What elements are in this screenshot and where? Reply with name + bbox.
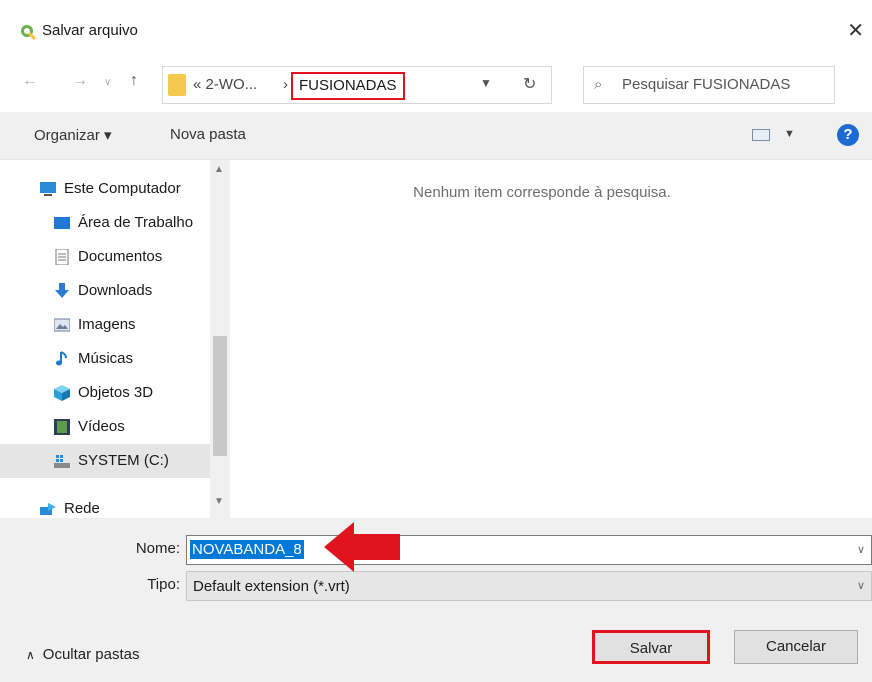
- 3d-objects-icon: [54, 385, 70, 401]
- file-type-select[interactable]: Default extension (*.vrt) ∨: [186, 571, 872, 601]
- filename-value[interactable]: NOVABANDA_8: [190, 540, 304, 559]
- nav-item-pictures[interactable]: Imagens: [0, 308, 210, 342]
- chevron-down-icon[interactable]: ∨: [857, 579, 865, 592]
- nav-item-label: Este Computador: [64, 180, 181, 197]
- nav-item-label: Documentos: [78, 248, 163, 265]
- hide-folders-button[interactable]: ∧ Ocultar pastas: [26, 646, 140, 663]
- hide-folders-label: Ocultar pastas: [42, 646, 140, 663]
- qgis-app-icon: [21, 25, 36, 40]
- desktop-icon: [54, 217, 70, 229]
- navigation-pane: Este Computador Área de Trabalho Documen…: [0, 160, 230, 518]
- file-list[interactable]: Nenhum item corresponde à pesquisa.: [232, 160, 872, 518]
- breadcrumb-separator-icon[interactable]: ›: [283, 76, 288, 93]
- view-icon[interactable]: [752, 129, 770, 141]
- back-arrow-icon[interactable]: ←: [22, 72, 38, 90]
- scroll-up-icon[interactable]: ▲: [214, 164, 224, 175]
- downloads-icon: [55, 283, 69, 298]
- close-icon[interactable]: ✕: [847, 18, 864, 43]
- drive-icon: [54, 455, 70, 468]
- name-label: Nome:: [135, 540, 180, 557]
- nav-item-label: SYSTEM (C:): [78, 452, 169, 469]
- file-type-value: Default extension (*.vrt): [193, 578, 350, 595]
- computer-icon: [40, 182, 56, 196]
- nav-item-label: Músicas: [78, 350, 134, 367]
- empty-message: Nenhum item corresponde à pesquisa.: [413, 184, 671, 201]
- search-input[interactable]: ⌕ Pesquisar FUSIONADAS: [583, 66, 835, 104]
- search-icon: ⌕: [594, 76, 603, 93]
- nav-item-documents[interactable]: Documentos: [0, 240, 210, 274]
- chevron-down-icon[interactable]: ∨: [857, 543, 865, 556]
- recent-chevron-icon[interactable]: ∨: [104, 77, 111, 88]
- organize-button[interactable]: Organizar ▾: [34, 126, 112, 144]
- nav-item-label: Downloads: [78, 282, 153, 299]
- save-button[interactable]: Salvar: [592, 630, 710, 664]
- red-arrow-annotation-icon: [324, 522, 400, 572]
- folder-icon: [168, 74, 186, 96]
- nav-item-desktop[interactable]: Área de Trabalho: [0, 206, 210, 240]
- search-placeholder: Pesquisar FUSIONADAS: [622, 76, 791, 93]
- nav-item-videos[interactable]: Vídeos: [0, 410, 210, 444]
- nav-item-label: Área de Trabalho: [78, 214, 194, 231]
- nav-item-label: Imagens: [78, 316, 136, 333]
- nav-item-system-drive[interactable]: SYSTEM (C:): [0, 444, 210, 478]
- network-icon: [40, 503, 56, 515]
- view-dropdown-icon[interactable]: ▼: [784, 128, 795, 140]
- breadcrumb-parent[interactable]: « 2-WO...: [193, 76, 257, 93]
- forward-arrow-icon[interactable]: →: [72, 72, 88, 90]
- command-bar: Organizar ▾ Nova pasta ▼ ?: [0, 112, 872, 160]
- nav-item-music[interactable]: Músicas: [0, 342, 210, 376]
- scroll-thumb[interactable]: [213, 336, 227, 456]
- filename-input[interactable]: NOVABANDA_8 ∨: [186, 535, 872, 565]
- nav-item-label: Vídeos: [78, 418, 125, 435]
- help-icon[interactable]: ?: [837, 124, 859, 146]
- address-bar[interactable]: « 2-WO... › FUSIONADAS ▼ ↻: [162, 66, 552, 104]
- title-bar: Salvar arquivo ✕: [0, 0, 872, 52]
- new-folder-button[interactable]: Nova pasta: [170, 126, 246, 143]
- nav-item-3d-objects[interactable]: Objetos 3D: [0, 376, 210, 410]
- nav-item-label: Objetos 3D: [78, 384, 154, 401]
- up-arrow-icon[interactable]: ↑: [130, 72, 138, 90]
- chevron-up-icon: ∧: [26, 648, 35, 662]
- nav-item-this-pc[interactable]: Este Computador: [0, 172, 210, 206]
- documents-icon: [55, 249, 69, 265]
- pictures-icon: [54, 318, 70, 332]
- nav-item-downloads[interactable]: Downloads: [0, 274, 210, 308]
- nav-item-label: Rede: [64, 500, 100, 517]
- type-label: Tipo:: [147, 576, 180, 593]
- nav-scrollbar[interactable]: ▲ ▼: [210, 160, 230, 518]
- refresh-icon[interactable]: ↻: [523, 74, 536, 94]
- cancel-button[interactable]: Cancelar: [734, 630, 858, 664]
- breadcrumb-current[interactable]: FUSIONADAS: [291, 72, 405, 100]
- videos-icon: [54, 419, 70, 435]
- music-icon: [56, 351, 67, 366]
- address-dropdown-icon[interactable]: ▼: [480, 76, 492, 90]
- save-panel: Nome: NOVABANDA_8 ∨ Tipo: Default extens…: [0, 518, 872, 682]
- window-title: Salvar arquivo: [42, 22, 138, 39]
- scroll-down-icon[interactable]: ▼: [214, 496, 224, 507]
- address-row: ← → ∨ ↑ « 2-WO... › FUSIONADAS ▼ ↻ ⌕ Pes…: [0, 52, 872, 112]
